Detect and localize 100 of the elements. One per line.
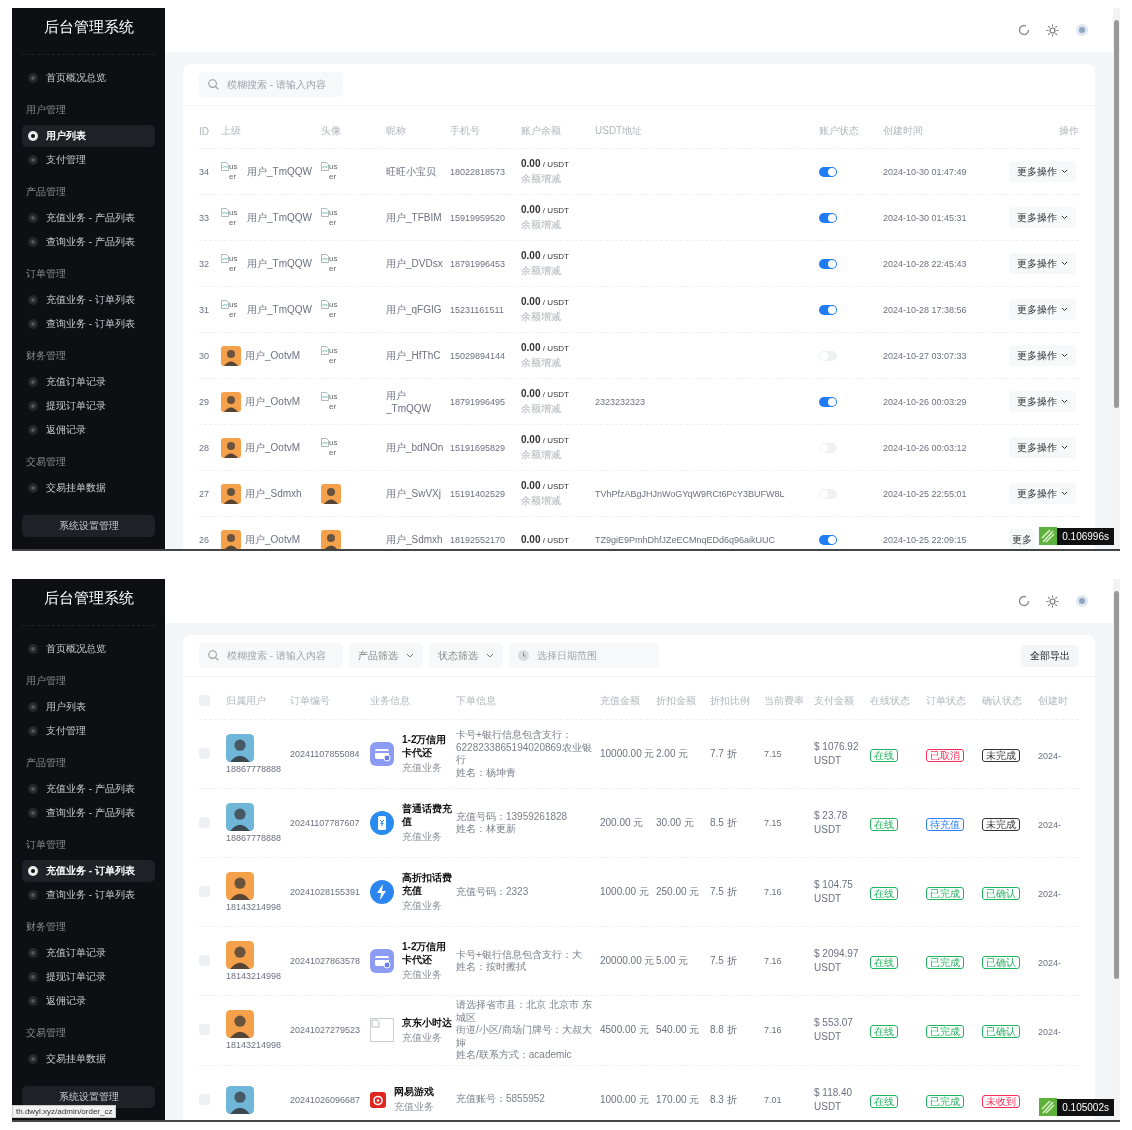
- status-tag: 已完成: [926, 1094, 964, 1108]
- column-header: 订单状态: [926, 694, 967, 708]
- table-cell-text: 15191695829: [450, 442, 507, 453]
- table-cell-text: 5.00 元: [656, 954, 690, 968]
- order-info-line: 充值账号：5855952: [456, 1093, 546, 1106]
- status-tag: 已完成: [926, 887, 964, 900]
- more-actions-button[interactable]: 更多操作: [1009, 483, 1076, 504]
- menu-item[interactable]: 充值业务 - 产品列表: [22, 778, 155, 800]
- menu-item[interactable]: 交易挂单数据: [22, 477, 155, 499]
- user-avatar-icon[interactable]: [1075, 23, 1089, 37]
- more-actions-button[interactable]: 更多操作: [1009, 207, 1076, 228]
- broken-image-icon: [321, 207, 329, 217]
- menu-item[interactable]: 查询业务 - 订单列表: [22, 313, 155, 335]
- refresh-icon[interactable]: [1018, 595, 1030, 607]
- table-cell-text: 30.00 元: [656, 816, 695, 830]
- menu-item[interactable]: 返佣记录: [22, 419, 155, 441]
- menu-item[interactable]: 首页概况总览: [22, 638, 155, 660]
- table-cell: 2024-: [1038, 820, 1062, 830]
- settings-button[interactable]: 系统设置管理: [22, 1086, 155, 1108]
- search-field[interactable]: 模糊搜索 - 请输入内容: [199, 72, 343, 97]
- scrollbar[interactable]: [1113, 8, 1120, 549]
- status-toggle[interactable]: [819, 396, 837, 407]
- status-toggle[interactable]: [819, 258, 837, 269]
- column-header: 业务信息: [370, 694, 411, 708]
- menu-item[interactable]: 用户列表: [22, 696, 155, 718]
- menu-item[interactable]: 充值业务 - 订单列表: [22, 860, 155, 882]
- table-cell-text: 18867778888: [226, 833, 283, 843]
- menu-item[interactable]: 提现订单记录: [22, 395, 155, 417]
- service-name: 普通话费充值: [402, 802, 453, 828]
- menu-dot-icon: [28, 401, 38, 411]
- table-cell-text: 18022818573: [450, 166, 507, 177]
- table-cell-text: 29: [199, 396, 210, 407]
- menu-item[interactable]: 充值业务 - 订单列表: [22, 289, 155, 311]
- menu-item[interactable]: 用户列表: [22, 125, 155, 147]
- refresh-icon[interactable]: [1018, 24, 1030, 36]
- column-header: 手机号: [450, 124, 481, 138]
- column-header: 账户状态: [819, 124, 860, 138]
- menu-section-heading: 产品管理: [25, 185, 67, 199]
- table-cell-text: 8.5 折: [710, 816, 738, 830]
- menu-item[interactable]: 充值订单记录: [22, 371, 155, 393]
- more-actions-button[interactable]: 更多操作: [1009, 161, 1076, 182]
- more-actions-button[interactable]: 更多操作: [1009, 391, 1076, 412]
- game-logo-icon: [370, 1091, 386, 1108]
- status-toggle[interactable]: [819, 534, 837, 545]
- image-alt-text: user: [329, 299, 339, 320]
- menu-item[interactable]: 交易挂单数据: [22, 1048, 155, 1070]
- status-tag: 待充值: [926, 818, 964, 831]
- more-actions-button[interactable]: 更多操作: [1009, 299, 1076, 320]
- menu-item[interactable]: 提现订单记录: [22, 966, 155, 988]
- app-title: 后台管理系统: [22, 579, 155, 626]
- table-cell-text: 18791996453: [450, 258, 507, 269]
- search-field[interactable]: 模糊搜索 - 请输入内容: [199, 643, 343, 668]
- filter-dropdown[interactable]: 产品筛选: [349, 643, 423, 668]
- column-header: 归属用户: [226, 694, 267, 708]
- sun-icon[interactable]: [1046, 23, 1059, 37]
- menu-dot-icon: [28, 73, 38, 83]
- date-range-field[interactable]: 选择日期范围: [509, 643, 659, 668]
- menu-item[interactable]: 充值订单记录: [22, 942, 155, 964]
- more-actions-button[interactable]: 更多操作: [1009, 253, 1076, 274]
- table-cell: 10000.00 元: [600, 747, 656, 761]
- service-type: 充值业务: [402, 761, 443, 775]
- menu-item[interactable]: 充值业务 - 产品列表: [22, 207, 155, 229]
- table-cell-text: 2024-10-25 22:55:01: [883, 488, 968, 499]
- menu-section-heading: 财务管理: [25, 920, 67, 934]
- table-cell-text: 1000.00 元: [600, 1092, 650, 1107]
- export-button[interactable]: 全部导出: [1021, 644, 1079, 667]
- status-tag: 在线: [870, 749, 898, 762]
- column-header: ID: [199, 125, 210, 137]
- settings-button[interactable]: 系统设置管理: [22, 515, 155, 537]
- menu-item[interactable]: 首页概况总览: [22, 67, 155, 89]
- status-toggle[interactable]: [819, 166, 837, 177]
- column-header: 账户余额: [521, 124, 562, 138]
- table-cell-text: 18791996495: [450, 396, 507, 407]
- order-info-line: 姓名：按时擦拭: [456, 961, 527, 974]
- more-actions-button[interactable]: 更多操作: [1009, 345, 1076, 366]
- scrollbar[interactable]: [1113, 579, 1120, 1120]
- menu-dot-icon: [28, 237, 38, 247]
- menu-item[interactable]: 查询业务 - 订单列表: [22, 884, 155, 906]
- table-cell-text: 2.00 元: [656, 747, 690, 761]
- menu-item[interactable]: 返佣记录: [22, 990, 155, 1012]
- sun-icon[interactable]: [1046, 594, 1059, 608]
- menu-dot-icon: [28, 319, 38, 329]
- user-avatar-icon[interactable]: [1075, 594, 1089, 608]
- menu-dot-icon: [28, 702, 38, 712]
- menu-item[interactable]: 支付管理: [22, 720, 155, 742]
- status-toggle[interactable]: [819, 304, 837, 315]
- menu-item[interactable]: 查询业务 - 产品列表: [22, 231, 155, 253]
- table-cell-text: 20241027863578: [290, 956, 362, 966]
- table-cell-text: 7.16: [764, 887, 783, 897]
- status-toggle[interactable]: [819, 212, 837, 223]
- menu-item[interactable]: 查询业务 - 产品列表: [22, 802, 155, 824]
- table-cell-text: 15029894144: [450, 350, 507, 361]
- menu-item[interactable]: 支付管理: [22, 149, 155, 171]
- table-cell-text: TZ9giE9PmhDhfJZeECMnqEDd6q96aikUUC: [595, 534, 777, 545]
- image-alt-text: user: [329, 391, 339, 412]
- filter-dropdown[interactable]: 状态筛选: [429, 643, 503, 668]
- service-name: 网易游戏: [394, 1085, 435, 1098]
- order-info-line: 卡号+银行信息包含支行：6228233865194020869农业银行: [456, 729, 593, 767]
- more-actions-button[interactable]: 更多操作: [1009, 437, 1076, 458]
- more-actions-button[interactable]: 更多: [1009, 529, 1035, 549]
